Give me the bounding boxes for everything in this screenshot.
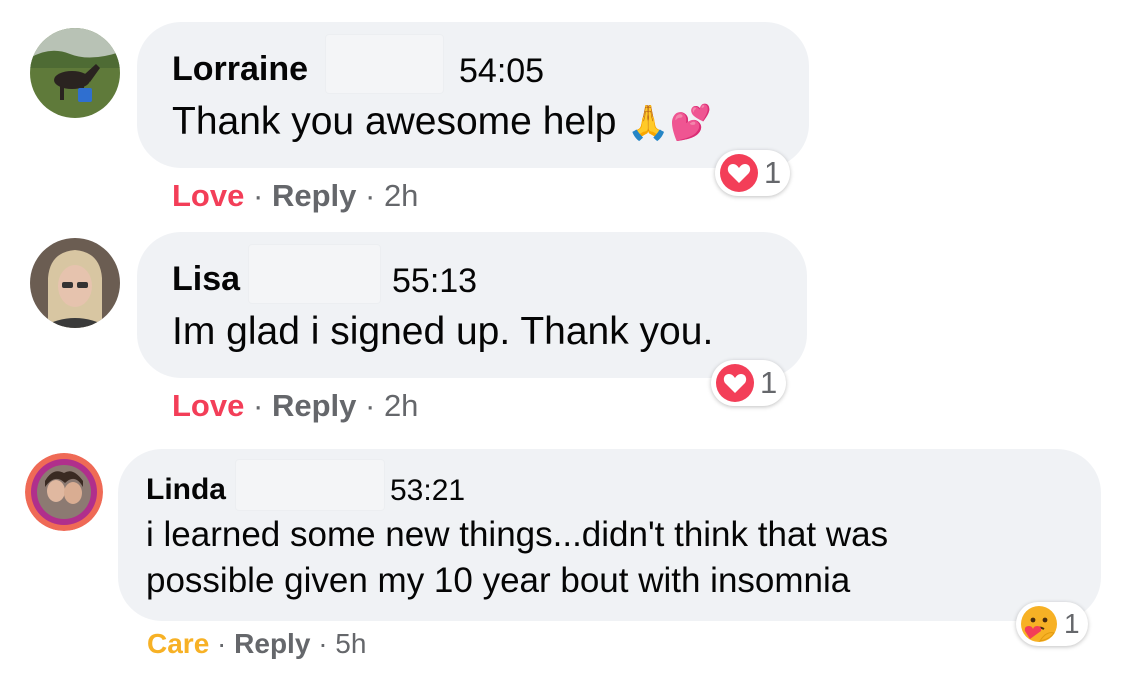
separator: ·	[217, 628, 227, 659]
comment-bubble-linda: Linda 53:21 i learned some new things...…	[118, 449, 1101, 621]
comment-age[interactable]: 2h	[384, 388, 418, 423]
reaction-summary[interactable]: 1	[711, 360, 787, 406]
praying-hands-heart-emoji-icon: 🙏💕	[627, 104, 712, 142]
redacted-area	[235, 459, 385, 511]
comment-text: Thank you awesome help 🙏💕	[172, 100, 712, 144]
redacted-area	[325, 34, 444, 94]
horse-photo-icon	[30, 28, 120, 118]
love-action[interactable]: Love	[172, 178, 244, 213]
comment-bubble-lorraine: Lorraine 54:05 Thank you awesome help 🙏💕	[137, 22, 809, 168]
reply-button[interactable]: Reply	[272, 388, 356, 423]
comment-actions: Care · Reply · 5h	[147, 628, 366, 660]
profile-frame-photo-icon	[25, 453, 103, 531]
comment-actions: Love · Reply · 2h	[172, 178, 418, 214]
reaction-count: 1	[760, 365, 778, 400]
reaction-count: 1	[1064, 608, 1080, 639]
avatar-lorraine[interactable]	[30, 28, 120, 118]
comment-text-content: Thank you awesome help	[172, 100, 617, 143]
reaction-summary[interactable]: 1	[1016, 602, 1088, 646]
care-emoji-icon	[1020, 605, 1058, 643]
comment-age[interactable]: 2h	[384, 178, 418, 213]
comment-text-line-2: possible given my 10 year bout with inso…	[146, 561, 851, 600]
comment-author[interactable]: Lorraine	[172, 50, 308, 89]
separator: ·	[364, 388, 376, 423]
separator: ·	[252, 178, 264, 213]
separator: ·	[252, 388, 264, 423]
separator: ·	[318, 628, 328, 659]
heart-icon	[716, 364, 754, 402]
comment-text: Im glad i signed up. Thank you.	[172, 310, 714, 353]
avatar-lisa[interactable]	[30, 238, 120, 328]
care-action[interactable]: Care	[147, 628, 209, 659]
comment-age[interactable]: 5h	[335, 628, 366, 659]
reply-button[interactable]: Reply	[272, 178, 356, 213]
comment-timestamp: 53:21	[390, 474, 466, 507]
heart-icon	[720, 154, 758, 192]
reaction-count: 1	[764, 155, 782, 190]
reaction-summary[interactable]: 1	[715, 150, 791, 196]
profile-photo-icon	[30, 238, 120, 328]
comment-author[interactable]: Lisa	[172, 260, 240, 299]
reply-button[interactable]: Reply	[234, 628, 310, 659]
love-action[interactable]: Love	[172, 388, 244, 423]
separator: ·	[364, 178, 376, 213]
redacted-area	[248, 244, 381, 304]
comment-timestamp: 55:13	[392, 262, 478, 300]
comment-timestamp: 54:05	[459, 52, 545, 90]
comment-text-line-1: i learned some new things...didn't think…	[146, 515, 889, 554]
comment-bubble-lisa: Lisa 55:13 Im glad i signed up. Thank yo…	[137, 232, 807, 378]
avatar-linda[interactable]	[25, 453, 103, 531]
comment-actions: Love · Reply · 2h	[172, 388, 418, 424]
comment-author[interactable]: Linda	[146, 473, 226, 507]
